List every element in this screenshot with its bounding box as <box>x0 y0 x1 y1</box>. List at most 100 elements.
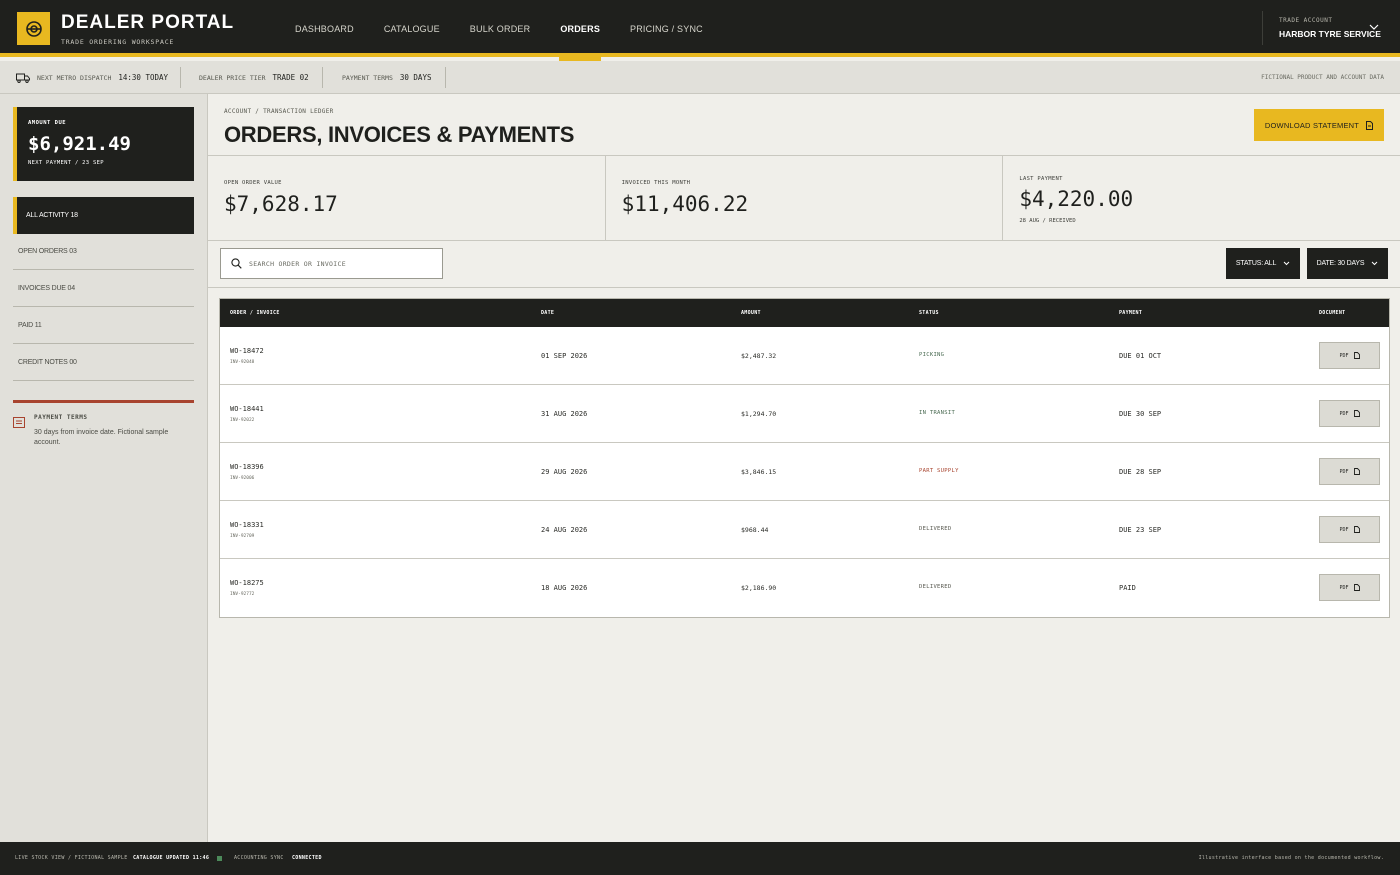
payment-status: PAID <box>1119 584 1136 592</box>
order-amount: $2,487.32 <box>741 352 777 360</box>
payment-status: DUE 28 SEP <box>1119 468 1162 476</box>
dispatch-label: NEXT METRO DISPATCH <box>37 73 112 82</box>
nav-dashboard[interactable]: DASHBOARD <box>280 0 369 57</box>
live-stock-label: LIVE STOCK VIEW / FICTIONAL SAMPLE <box>15 855 128 861</box>
account-switcher[interactable]: TRADE ACCOUNT HARBOR TYRE SERVICE <box>1262 11 1381 45</box>
status-filter-dropdown[interactable]: STATUS: ALL <box>1226 248 1300 279</box>
catalogue-updated: CATALOGUE UPDATED 11:46 <box>133 855 210 861</box>
search-placeholder: SEARCH ORDER OR INVOICE <box>249 259 346 268</box>
order-date: 24 AUG 2026 <box>541 526 588 534</box>
sidebar: AMOUNT DUE $6,921.49 NEXT PAYMENT / 23 S… <box>0 94 208 842</box>
top-bar: DEALER PORTAL TRADE ORDERING WORKSPACE D… <box>0 0 1400 61</box>
metric-label: INVOICED THIS MONTH <box>621 180 691 186</box>
file-icon <box>1353 468 1360 475</box>
column-header-payment[interactable]: PAYMENT <box>1119 310 1142 316</box>
invoice-number: INV-92022 <box>230 418 255 423</box>
account-label: TRADE ACCOUNT <box>1279 17 1333 24</box>
amount-due-value: $6,921.49 <box>28 133 131 155</box>
footer-note: Illustrative interface based on the docu… <box>1198 855 1384 861</box>
file-icon <box>1366 120 1374 130</box>
terms-label: PAYMENT TERMS <box>342 73 393 82</box>
nav-bulk-order[interactable]: BULK ORDER <box>455 0 546 57</box>
order-amount: $968.44 <box>741 526 769 534</box>
nav-orders[interactable]: ORDERS <box>545 0 615 61</box>
terms-value: 30 DAYS <box>399 73 432 82</box>
filter-open-orders[interactable]: OPEN ORDERS 03 <box>13 233 194 270</box>
chevron-down-icon <box>1369 24 1379 30</box>
pdf-label: PDF <box>1339 526 1349 533</box>
metric-open-order-value: OPEN ORDER VALUE $7,628.17 <box>208 156 606 240</box>
file-icon <box>1353 584 1360 591</box>
order-status: IN TRANSIT <box>919 410 956 416</box>
search-input[interactable]: SEARCH ORDER OR INVOICE <box>220 248 443 279</box>
tier-label: DEALER PRICE TIER <box>199 73 266 82</box>
nav-catalogue[interactable]: CATALOGUE <box>369 0 455 57</box>
search-icon <box>231 258 242 269</box>
amount-due-card: AMOUNT DUE $6,921.49 NEXT PAYMENT / 23 S… <box>13 107 194 181</box>
pdf-button[interactable]: PDF <box>1319 458 1380 485</box>
metrics-row: OPEN ORDER VALUE $7,628.17 INVOICED THIS… <box>208 155 1400 241</box>
pdf-button[interactable]: PDF <box>1319 342 1380 369</box>
invoice-number: INV-92772 <box>230 592 255 597</box>
column-header-order[interactable]: ORDER / INVOICE <box>230 310 280 316</box>
download-statement-button[interactable]: DOWNLOAD STATEMENT <box>1254 109 1384 141</box>
table-row[interactable]: WO-18331 INV-92709 24 AUG 2026 $968.44 D… <box>220 501 1389 559</box>
payment-terms-info: PAYMENT TERMS 30 DAYS <box>342 68 431 87</box>
divider <box>445 67 446 88</box>
filter-invoices-due[interactable]: INVOICES DUE 04 <box>13 270 194 307</box>
date-filter-label: DATE: 30 DAYS <box>1316 260 1365 267</box>
main-nav: DASHBOARD CATALOGUE BULK ORDER ORDERS PR… <box>280 0 718 61</box>
table-row[interactable]: WO-18441 INV-92022 31 AUG 2026 $1,294.70… <box>220 385 1389 443</box>
pdf-button[interactable]: PDF <box>1319 400 1380 427</box>
filter-all-activity[interactable]: ALL ACTIVITY 18 <box>13 197 194 234</box>
order-number: WO-18275 <box>230 579 264 587</box>
order-status: DELIVERED <box>919 584 952 590</box>
order-number: WO-18331 <box>230 521 264 529</box>
invoice-number: INV-92048 <box>230 360 255 365</box>
brand-title: DEALER PORTAL <box>61 12 235 33</box>
table-row[interactable]: WO-18396 INV-92006 29 AUG 2026 $3,846.15… <box>220 443 1389 501</box>
download-statement-label: DOWNLOAD STATEMENT <box>1264 120 1360 130</box>
sync-status-dot <box>217 856 222 861</box>
column-header-amount[interactable]: AMOUNT <box>741 310 761 316</box>
order-date: 18 AUG 2026 <box>541 584 588 592</box>
payment-status: DUE 30 SEP <box>1119 410 1162 418</box>
terms-title: PAYMENT TERMS <box>34 414 88 421</box>
column-header-date[interactable]: DATE <box>541 310 554 316</box>
accounting-sync-status: CONNECTED <box>292 855 322 861</box>
pdf-button[interactable]: PDF <box>1319 574 1380 601</box>
footer-status-bar: LIVE STOCK VIEW / FICTIONAL SAMPLE CATAL… <box>0 842 1400 875</box>
order-amount: $1,294.70 <box>741 410 777 418</box>
filter-paid[interactable]: PAID 11 <box>13 307 194 344</box>
metric-invoiced-this-month: INVOICED THIS MONTH $11,406.22 <box>606 156 1004 240</box>
file-icon <box>1353 352 1360 359</box>
table-row[interactable]: WO-18275 INV-92772 18 AUG 2026 $2,186.90… <box>220 559 1389 617</box>
pdf-label: PDF <box>1339 468 1349 475</box>
terms-text: 30 days from invoice date. Fictional sam… <box>34 429 169 446</box>
metric-label: OPEN ORDER VALUE <box>224 180 282 186</box>
metric-value: $7,628.17 <box>224 192 338 216</box>
order-date: 31 AUG 2026 <box>541 410 588 418</box>
date-filter-dropdown[interactable]: DATE: 30 DAYS <box>1307 248 1388 279</box>
tyre-icon[interactable] <box>17 12 50 45</box>
column-header-status[interactable]: STATUS <box>919 310 939 316</box>
order-status: PICKING <box>919 352 945 358</box>
table-row[interactable]: WO-18472 INV-92048 01 SEP 2026 $2,487.32… <box>220 327 1389 385</box>
table-header: ORDER / INVOICE DATE AMOUNT STATUS PAYME… <box>220 299 1389 327</box>
price-tier-info: DEALER PRICE TIER TRADE 02 <box>199 68 309 87</box>
fictional-notice: FICTIONAL PRODUCT AND ACCOUNT DATA <box>1261 74 1384 81</box>
file-icon <box>1353 526 1360 533</box>
status-filter-label: STATUS: ALL <box>1235 260 1277 267</box>
nav-pricing-sync[interactable]: PRICING / SYNC <box>615 0 718 57</box>
brand-subtitle: TRADE ORDERING WORKSPACE <box>61 38 175 46</box>
transactions-table: ORDER / INVOICE DATE AMOUNT STATUS PAYME… <box>219 298 1390 618</box>
pdf-button[interactable]: PDF <box>1319 516 1380 543</box>
divider <box>208 287 1400 288</box>
order-status: PART SUPPLY <box>919 468 959 474</box>
dispatch-info: NEXT METRO DISPATCH 14:30 TODAY <box>16 68 168 87</box>
filter-credit-notes[interactable]: CREDIT NOTES 00 <box>13 344 194 381</box>
metric-value: $4,220.00 <box>1019 187 1134 211</box>
pdf-label: PDF <box>1339 410 1349 417</box>
payment-terms-note: PAYMENT TERMS 30 days from invoice date.… <box>13 400 194 448</box>
dispatch-value: 14:30 TODAY <box>118 73 169 82</box>
